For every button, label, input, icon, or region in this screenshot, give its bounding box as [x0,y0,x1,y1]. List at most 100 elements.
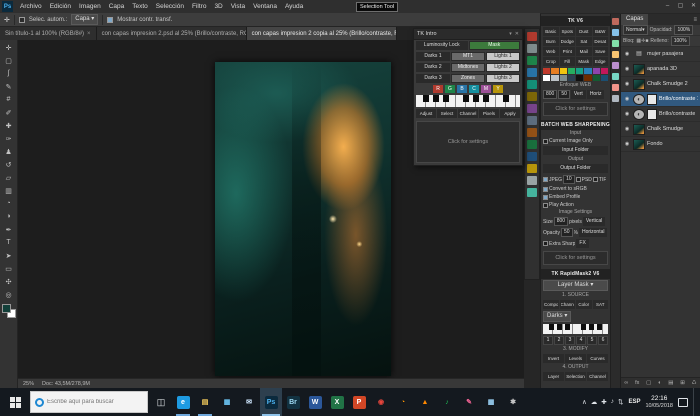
tk-action-button[interactable]: Channel [458,109,478,118]
tk-module-red[interactable] [527,32,537,41]
source-button[interactable]: SAT [593,300,609,309]
layer-name[interactable]: apanada 3D [647,66,677,72]
app-chrome[interactable]: ◉ [370,388,392,416]
batch-settings-area[interactable]: Click for settings [543,251,608,265]
tk-module-blue[interactable] [527,68,537,77]
tk-quick-button[interactable]: Spots [560,27,576,36]
layer-thumbnail[interactable] [633,64,645,75]
visibility-eye-icon[interactable]: ◉ [623,141,631,147]
size-value[interactable]: 800 [554,217,568,226]
mask-button[interactable]: Mask [469,41,521,50]
tk-action-button[interactable]: Select [437,109,457,118]
color-swatch[interactable] [551,68,558,74]
eyedropper-tool[interactable]: ✐ [1,106,17,119]
zone-key[interactable] [557,324,562,330]
color-swatch[interactable] [584,75,591,81]
zoom-level[interactable]: 25% [23,381,34,387]
layer-thumbnail[interactable] [633,139,645,150]
start-button[interactable] [0,388,30,416]
midtones-1-button[interactable]: MT1 [451,52,485,61]
tk-module-mint[interactable] [527,188,537,197]
brush-tool[interactable]: ✑ [1,132,17,145]
zone-key[interactable] [473,95,479,102]
layer-thumbnail[interactable] [633,79,645,90]
task-view-button[interactable]: ◫ [150,388,172,416]
tk-module-teal[interactable] [527,80,537,89]
menu-item[interactable]: 3D [210,0,226,13]
visibility-eye-icon[interactable]: ◉ [623,111,631,117]
zone-key[interactable] [483,95,489,102]
color-swatch[interactable] [560,75,567,81]
app-word[interactable]: W [304,388,326,416]
source-button[interactable]: Color [576,300,592,309]
visibility-eye-icon[interactable]: ◉ [623,66,631,72]
zone-key[interactable] [433,95,439,102]
show-desktop-button[interactable] [693,388,697,416]
menu-item[interactable]: Ayuda [281,0,307,13]
document-tab[interactable]: con capas impresion 2.psd al 25% (Brillo… [97,27,247,40]
layer-name[interactable]: Brillo/contraste 1 [659,96,698,102]
layers-tab[interactable]: Capas [621,14,648,25]
tk-module-gray[interactable] [527,44,537,53]
vertical-button[interactable]: Vert [571,90,586,99]
darks-dropdown[interactable]: Darks ▾ [543,311,571,322]
color-swatch[interactable] [551,75,558,81]
modify-button[interactable]: Levels [565,354,586,363]
tk-combo-settings-area[interactable]: Click for settings [543,102,608,116]
clock[interactable]: 22:16 10/05/2018 [645,395,673,409]
input-folder-button[interactable]: Input Folder [543,146,608,155]
tk-module-purple[interactable] [527,104,537,113]
healing-brush-tool[interactable]: ✚ [1,119,17,132]
tif-checkbox[interactable] [593,177,598,182]
layer-row[interactable]: ◉ ▤ mujer pasajera [621,47,700,62]
layer-name[interactable]: Chalk Smudge [647,126,683,132]
tk-quick-button[interactable]: Print [560,47,576,56]
app-calculator[interactable]: ▦ [480,388,502,416]
modify-button[interactable]: Invert [543,354,564,363]
app-bridge[interactable]: Br [282,388,304,416]
collapsed-panel-info[interactable] [612,73,619,80]
opacity-value[interactable]: 50 [561,228,573,237]
zone-key[interactable] [589,324,594,330]
tk-quick-button[interactable]: Edge [593,57,609,66]
zone-key[interactable] [443,95,449,102]
collapsed-panel-styles[interactable] [612,62,619,69]
collapsed-panel-actions[interactable] [612,84,619,91]
jpeg-quality-value[interactable]: 10 [563,175,575,184]
tk-quick-button[interactable]: Basic [543,27,559,36]
layer-name[interactable]: Fondo [647,141,663,147]
menu-item[interactable]: Archivo [16,0,46,13]
collapsed-panel-swatches[interactable] [612,40,619,47]
color-swatch[interactable] [584,68,591,74]
color-swatch[interactable] [576,75,583,81]
app-file-explorer[interactable]: ▤ [194,388,216,416]
collapsed-panel-adjustments[interactable] [612,51,619,58]
dodge-tool[interactable]: ◑ [1,210,17,223]
layer-mask-thumbnail[interactable] [647,94,657,105]
tray-onedrive-icon[interactable]: ☁ [591,398,598,406]
C[interactable]: C [469,85,479,93]
visibility-eye-icon[interactable]: ◉ [623,51,631,57]
horizontal-button[interactable]: Horiz [587,90,605,99]
extra-sharp-checkbox[interactable] [543,241,548,246]
document-tab[interactable]: con capas impresion 2 copia al 25% (Bril… [247,27,397,40]
collapse-icon[interactable]: ▾ [509,31,512,37]
menu-item[interactable]: Imagen [75,0,105,13]
menu-item[interactable]: Capa [105,0,129,13]
zone-number-button[interactable]: 3 [565,336,575,345]
play-action-checkbox[interactable] [543,203,548,208]
current-image-only-checkbox[interactable] [543,139,548,144]
panel-menu-icon[interactable]: ≡ [690,17,700,23]
history-brush-tool[interactable]: ↺ [1,158,17,171]
layer-name[interactable]: Brillo/contraste [659,111,695,117]
tk-module-rust[interactable] [527,128,537,137]
color-swatch[interactable] [543,68,550,74]
tray-volume-icon[interactable]: ♪ [611,398,614,406]
lasso-tool[interactable]: ʃ [1,67,17,80]
lights-1-button[interactable]: Lights 1 [486,52,520,61]
app-powerpoint[interactable]: P [348,388,370,416]
tk-quick-button[interactable]: Desat [593,37,609,46]
lights-2-button[interactable]: Lights 2 [486,63,520,72]
layer-row[interactable]: ◉ ◐ Brillo/contraste [621,107,700,122]
output-button[interactable]: Selection [565,372,586,381]
